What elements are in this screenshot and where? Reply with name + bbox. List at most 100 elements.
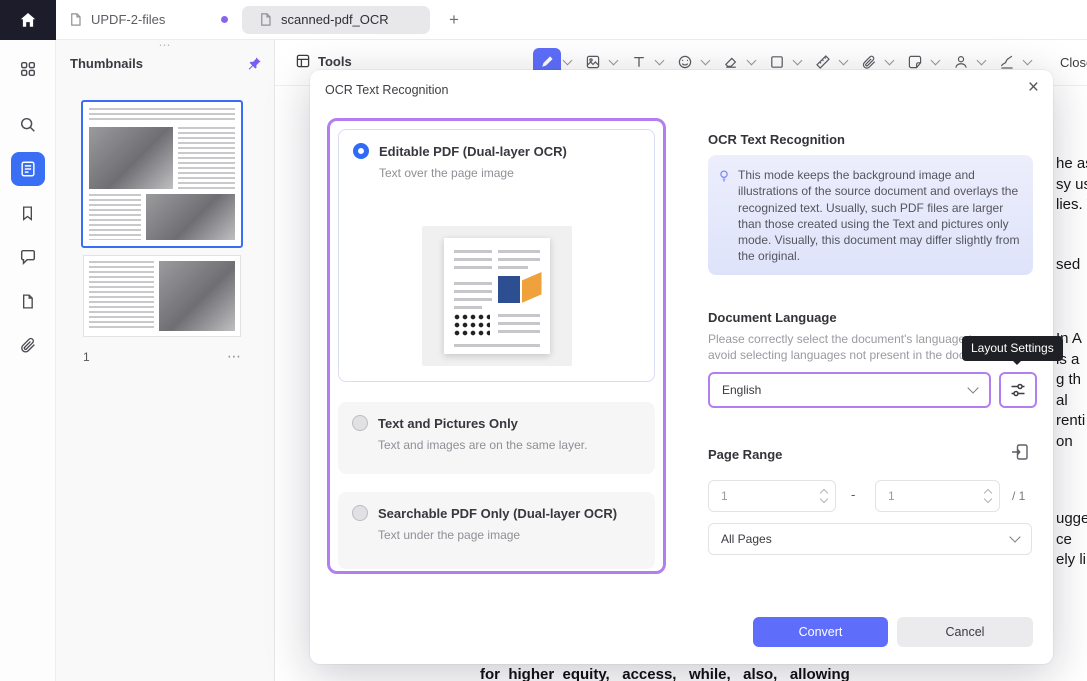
page-icon <box>22 293 33 309</box>
document-text-fragment: sed <box>1056 256 1081 273</box>
page-from-input[interactable]: 1 <box>708 480 836 512</box>
document-language-label: Document Language <box>708 310 837 325</box>
stepper-down-icon[interactable] <box>983 494 993 504</box>
thumbnails-header: Thumbnails <box>70 56 262 71</box>
layout-settings-tooltip: Layout Settings <box>962 336 1063 361</box>
thumbnail-row <box>89 261 235 331</box>
pin-panel-button[interactable] <box>247 56 262 71</box>
search-icon <box>20 117 35 132</box>
sliders-icon <box>1011 383 1025 397</box>
illustration-chart-blue <box>497 276 520 303</box>
document-text-fragment: he as <box>1056 155 1087 172</box>
document-text-fragment: ugges <box>1056 510 1087 527</box>
chevron-down-icon <box>1009 531 1021 543</box>
page-range-label: Page Range <box>708 447 783 462</box>
document-text-fragment: ce <box>1056 531 1072 548</box>
file-tab-icon <box>71 13 81 26</box>
dialog-title: OCR Text Recognition <box>325 83 449 97</box>
document-text-fragment: sy us <box>1056 176 1087 193</box>
mode-info-box: This mode keeps the background image and… <box>708 155 1033 275</box>
thumbnail-more-button[interactable]: ⋯ <box>227 348 241 365</box>
dialog-close-button[interactable]: × <box>1028 78 1039 97</box>
page-from-value: 1 <box>721 489 728 503</box>
sidebar-item-thumbnails[interactable] <box>10 152 45 186</box>
updf-app: UPDF-2-files scanned-pdf_OCR + ⋯ Thumbna… <box>0 0 1087 681</box>
tab-bar: UPDF-2-files scanned-pdf_OCR + <box>0 0 1087 40</box>
radio-unselected-icon[interactable] <box>352 505 368 521</box>
language-select[interactable]: English <box>708 372 991 408</box>
thumbnails-title: Thumbnails <box>70 56 143 71</box>
scope-selected-value: All Pages <box>721 532 772 546</box>
stepper <box>983 488 993 504</box>
illustration-chart-orange <box>521 272 542 303</box>
thumbnail-photo-block <box>89 127 173 189</box>
document-text-fragment: renti <box>1056 412 1086 429</box>
ocr-mode-options-frame: Editable PDF (Dual-layer OCR) Text over … <box>327 118 666 574</box>
page-thumbnail-selected[interactable] <box>81 100 243 248</box>
page-scope-select[interactable]: All Pages <box>708 523 1032 555</box>
sidebar-item-comments[interactable] <box>11 240 45 274</box>
option-editable-pdf[interactable]: Editable PDF (Dual-layer OCR) Text over … <box>338 129 655 382</box>
tab-label: UPDF-2-files <box>91 12 166 27</box>
option-label: Text and Pictures Only <box>378 415 518 431</box>
option-label: Searchable PDF Only (Dual-layer OCR) <box>378 505 618 521</box>
option-description: Text and images are on the same layer. <box>378 438 588 452</box>
radio-selected-icon[interactable] <box>353 143 369 159</box>
unsaved-changes-dot <box>221 16 228 23</box>
layout-settings-button[interactable] <box>999 372 1037 408</box>
option-description: Text over the page image <box>379 166 514 180</box>
new-tab-button[interactable]: + <box>444 10 464 30</box>
settings-heading: OCR Text Recognition <box>708 132 845 147</box>
thumbnail-row <box>89 194 235 240</box>
document-text-fragment: lies. T <box>1056 196 1087 213</box>
apps-grid-icon <box>20 61 35 77</box>
home-button[interactable] <box>0 0 56 40</box>
thumbnail-row <box>89 127 235 189</box>
thumbnail-footer: 1 ⋯ <box>83 348 241 365</box>
home-icon <box>20 12 36 27</box>
tooltip-arrow <box>1012 360 1022 370</box>
pin-icon <box>248 57 261 70</box>
sidebar-item-apps[interactable] <box>11 52 45 86</box>
radio-row[interactable]: Editable PDF (Dual-layer OCR) <box>353 143 640 159</box>
tab-updf-2-files[interactable]: UPDF-2-files <box>56 0 240 40</box>
sidebar-item-bookmarks[interactable] <box>11 196 45 230</box>
radio-unselected-icon[interactable] <box>352 415 368 431</box>
page-to-input[interactable]: 1 <box>875 480 1000 512</box>
custom-range-icon[interactable] <box>1010 442 1030 462</box>
cancel-button[interactable]: Cancel <box>897 617 1033 647</box>
sidebar-item-search[interactable] <box>11 108 45 142</box>
radio-row[interactable]: Searchable PDF Only (Dual-layer OCR) <box>352 505 641 521</box>
document-text-fragment: ely li <box>1056 551 1087 568</box>
thumbnail-photo-block <box>159 261 235 331</box>
stepper <box>819 488 829 504</box>
chevron-down-icon <box>967 382 979 394</box>
page-to-value: 1 <box>888 489 895 503</box>
option-searchable-pdf[interactable]: Searchable PDF Only (Dual-layer OCR) Tex… <box>338 492 655 569</box>
sidebar-item-pages[interactable] <box>11 284 45 318</box>
radio-row[interactable]: Text and Pictures Only <box>352 415 641 431</box>
page-thumbnail-2[interactable] <box>83 255 241 337</box>
page-number: 1 <box>83 349 90 364</box>
page-total: / 1 <box>1012 489 1026 503</box>
option-text-and-pictures[interactable]: Text and Pictures Only Text and images a… <box>338 402 655 474</box>
panel-drag-handle[interactable]: ⋯ <box>159 38 172 52</box>
tab-label: scanned-pdf_OCR <box>281 12 389 27</box>
document-text-fragment: g th <box>1056 371 1082 388</box>
range-separator: - <box>851 487 856 502</box>
option-label: Editable PDF (Dual-layer OCR) <box>379 143 567 159</box>
editable-pdf-illustration <box>421 226 572 366</box>
thumbnail-text-block <box>89 261 154 331</box>
thumbnail-photo-block <box>146 194 235 240</box>
thumbnail-text-block <box>89 108 235 122</box>
document-text-fragment: on <box>1056 433 1073 450</box>
document-text-fragment: al <box>1056 392 1068 409</box>
sidebar-item-attachments[interactable] <box>11 328 45 362</box>
paperclip-icon <box>20 337 35 353</box>
language-selected-value: English <box>722 383 762 397</box>
comment-icon <box>20 249 35 266</box>
convert-button[interactable]: Convert <box>753 617 888 647</box>
thumbnail-text-block <box>178 127 235 189</box>
tab-scanned-pdf-ocr[interactable]: scanned-pdf_OCR <box>242 5 430 34</box>
stepper-down-icon[interactable] <box>819 494 829 504</box>
